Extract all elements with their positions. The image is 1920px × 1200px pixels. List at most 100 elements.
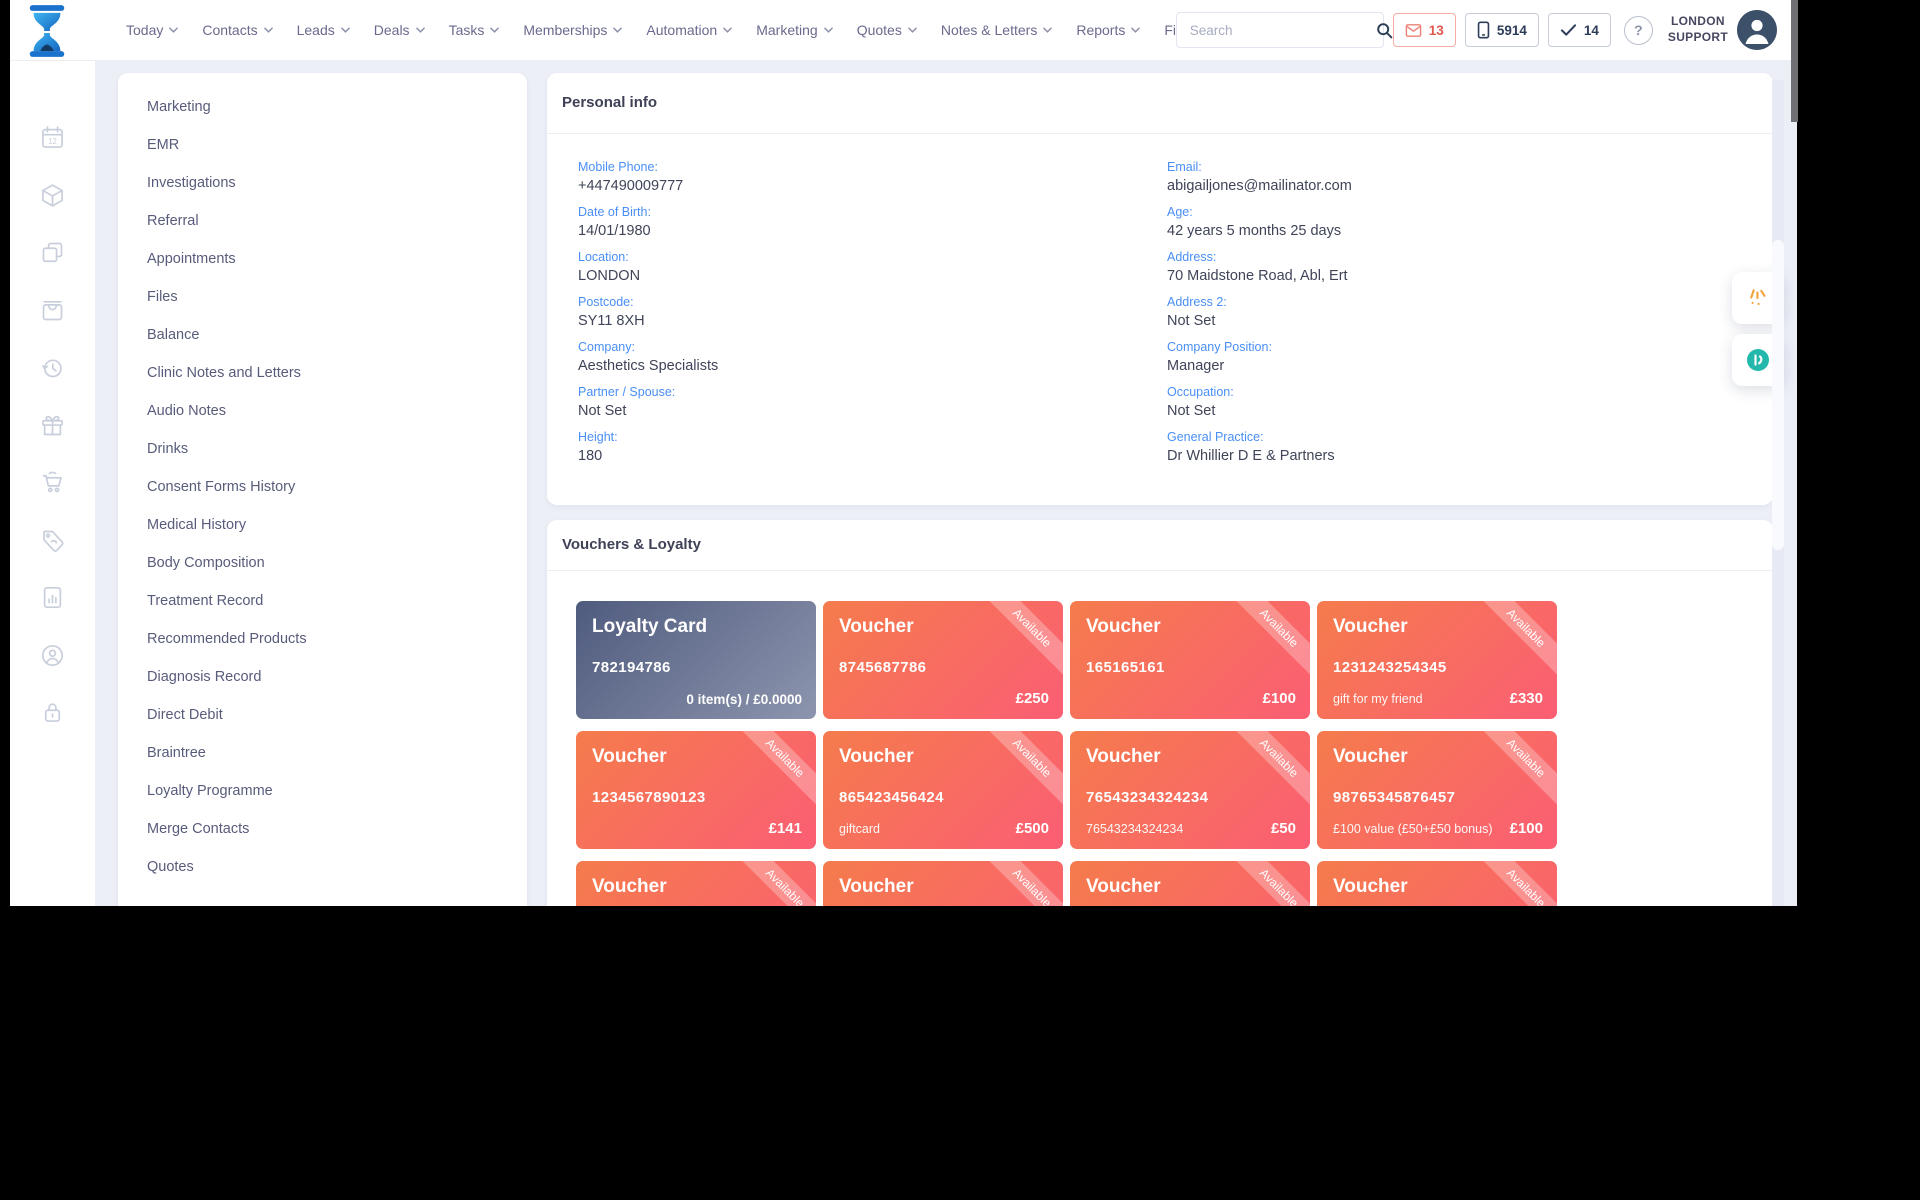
messages-badge[interactable]: 13 <box>1393 13 1456 47</box>
sidebar-item-treatment-record[interactable]: Treatment Record <box>118 582 527 620</box>
chevron-down-icon <box>613 27 622 33</box>
voucher-number: 98765345876457 <box>1333 789 1455 806</box>
search-icon[interactable] <box>1375 21 1394 40</box>
voucher-card[interactable]: AvailableVoucher165165161£100 <box>1070 601 1310 719</box>
voucher-card[interactable]: AvailableVoucher865423456424giftcard£500 <box>823 731 1063 849</box>
search-input[interactable] <box>1177 23 1375 38</box>
nav-item-deals[interactable]: Deals <box>374 22 425 38</box>
price-tag-icon[interactable] <box>39 527 66 554</box>
sidebar-item-appointments[interactable]: Appointments <box>118 240 527 278</box>
calls-badge[interactable]: 5914 <box>1465 13 1539 47</box>
nav-item-reports[interactable]: Reports <box>1076 22 1140 38</box>
cart-icon[interactable] <box>39 469 66 496</box>
nav-item-marketing[interactable]: Marketing <box>756 22 832 38</box>
field-label: Partner / Spouse: <box>578 385 1167 399</box>
chevron-down-icon <box>169 27 178 33</box>
sidebar-item-loyalty-programme[interactable]: Loyalty Programme <box>118 772 527 810</box>
nav-item-notes-letters[interactable]: Notes & Letters <box>941 22 1053 38</box>
sidebar-item-direct-debit[interactable]: Direct Debit <box>118 696 527 734</box>
voucher-card[interactable]: AvailableVoucher765432343242347654323432… <box>1070 731 1310 849</box>
sidebar-item-marketing[interactable]: Marketing <box>118 88 527 126</box>
check-icon <box>1560 23 1577 37</box>
voucher-title: Voucher <box>1333 746 1408 768</box>
envelope-icon <box>1405 23 1422 38</box>
field-value: 70 Maidstone Road, Abl, Ert <box>1167 268 1753 284</box>
voucher-title: Voucher <box>1086 746 1161 768</box>
voucher-number: 1231243254345 <box>1333 659 1447 676</box>
nav-item-automation[interactable]: Automation <box>646 22 732 38</box>
sidebar-item-quotes[interactable]: Quotes <box>118 848 527 886</box>
voucher-card[interactable]: AvailableVoucher1231243254345gift for my… <box>1317 601 1557 719</box>
available-ribbon: Available <box>1227 861 1310 906</box>
app-scrollbar-thumb[interactable] <box>1772 240 1784 550</box>
app-logo-icon[interactable] <box>24 4 70 60</box>
voucher-number: 782194786 <box>592 659 671 676</box>
field-label: Height: <box>578 430 1167 444</box>
sidebar-item-balance[interactable]: Balance <box>118 316 527 354</box>
field-value: Manager <box>1167 358 1753 374</box>
voucher-card[interactable]: Available Voucher <box>1070 861 1310 906</box>
nav-item-tasks[interactable]: Tasks <box>449 22 500 38</box>
voucher-title: Voucher <box>1086 876 1161 898</box>
chevron-down-icon <box>490 27 499 33</box>
nav-item-contacts[interactable]: Contacts <box>202 22 272 38</box>
account-label: LONDON SUPPORT <box>1668 14 1728 45</box>
sidebar-item-audio-notes[interactable]: Audio Notes <box>118 392 527 430</box>
available-ribbon: Available <box>980 861 1063 906</box>
chevron-down-icon <box>416 27 425 33</box>
info-field: Age:42 years 5 months 25 days <box>1167 205 1753 239</box>
help-button[interactable]: ? <box>1624 16 1653 45</box>
lock-icon[interactable] <box>39 699 66 726</box>
sidebar-item-files[interactable]: Files <box>118 278 527 316</box>
sidebar-item-braintree[interactable]: Braintree <box>118 734 527 772</box>
nav-item-quotes[interactable]: Quotes <box>857 22 917 38</box>
sidebar-item-emr[interactable]: EMR <box>118 126 527 164</box>
account-line1: LONDON <box>1668 14 1728 30</box>
sidebar-item-consent-forms-history[interactable]: Consent Forms History <box>118 468 527 506</box>
gift-icon[interactable] <box>39 412 66 439</box>
sidebar-item-investigations[interactable]: Investigations <box>118 164 527 202</box>
nav-item-memberships[interactable]: Memberships <box>523 22 622 38</box>
available-ribbon: Available <box>1474 601 1557 680</box>
vouchers-loyalty-title: Vouchers & Loyalty <box>547 520 1773 571</box>
loyalty-card[interactable]: Loyalty Card7821947860 item(s) / £0.0000 <box>576 601 816 719</box>
info-field: Company:Aesthetics Specialists <box>578 340 1167 374</box>
calls-count: 5914 <box>1497 23 1527 38</box>
sidebar-item-drinks[interactable]: Drinks <box>118 430 527 468</box>
nav-item-today[interactable]: Today <box>126 22 178 38</box>
voucher-card[interactable]: AvailableVoucher98765345876457£100 value… <box>1317 731 1557 849</box>
voucher-card[interactable]: AvailableVoucher <box>823 861 1063 906</box>
sidebar-item-diagnosis-record[interactable]: Diagnosis Record <box>118 658 527 696</box>
duplicate-icon[interactable] <box>39 239 66 266</box>
history-icon[interactable] <box>39 354 66 381</box>
calendar-icon[interactable]: 12 <box>39 124 66 151</box>
pos-box-icon[interactable] <box>39 297 66 324</box>
nav-item-label: Deals <box>374 22 410 38</box>
sidebar-item-referral[interactable]: Referral <box>118 202 527 240</box>
voucher-title: Voucher <box>592 876 667 898</box>
sidebar-item-clinic-notes-and-letters[interactable]: Clinic Notes and Letters <box>118 354 527 392</box>
nav-item-leads[interactable]: Leads <box>297 22 350 38</box>
voucher-card[interactable]: AvailableVoucher <box>576 861 816 906</box>
field-label: Email: <box>1167 160 1753 174</box>
nav-item-label: Leads <box>297 22 335 38</box>
report-icon[interactable] <box>39 584 66 611</box>
sidebar-item-recommended-products[interactable]: Recommended Products <box>118 620 527 658</box>
voucher-card[interactable]: AvailableVoucher1234567890123£141 <box>576 731 816 849</box>
voucher-amount: £141 <box>769 820 802 837</box>
browser-scrollbar-thumb[interactable] <box>1791 0 1798 122</box>
voucher-card[interactable]: AvailableVoucher8745687786£250 <box>823 601 1063 719</box>
tasks-badge[interactable]: 14 <box>1548 13 1611 47</box>
app-scrollbar-track[interactable] <box>1772 80 1784 906</box>
info-field: General Practice:Dr Whillier D E & Partn… <box>1167 430 1753 464</box>
user-circle-icon[interactable] <box>39 642 66 669</box>
sidebar-item-medical-history[interactable]: Medical History <box>118 506 527 544</box>
package-icon[interactable] <box>39 182 66 209</box>
sidebar-item-body-composition[interactable]: Body Composition <box>118 544 527 582</box>
voucher-card[interactable]: AvailableVoucher <box>1317 861 1557 906</box>
voucher-title: Voucher <box>1333 616 1408 638</box>
vouchers-loyalty-card: Vouchers & Loyalty Loyalty Card782194786… <box>547 520 1773 906</box>
sidebar-item-merge-contacts[interactable]: Merge Contacts <box>118 810 527 848</box>
voucher-title: Voucher <box>592 746 667 768</box>
user-avatar[interactable] <box>1737 10 1777 50</box>
